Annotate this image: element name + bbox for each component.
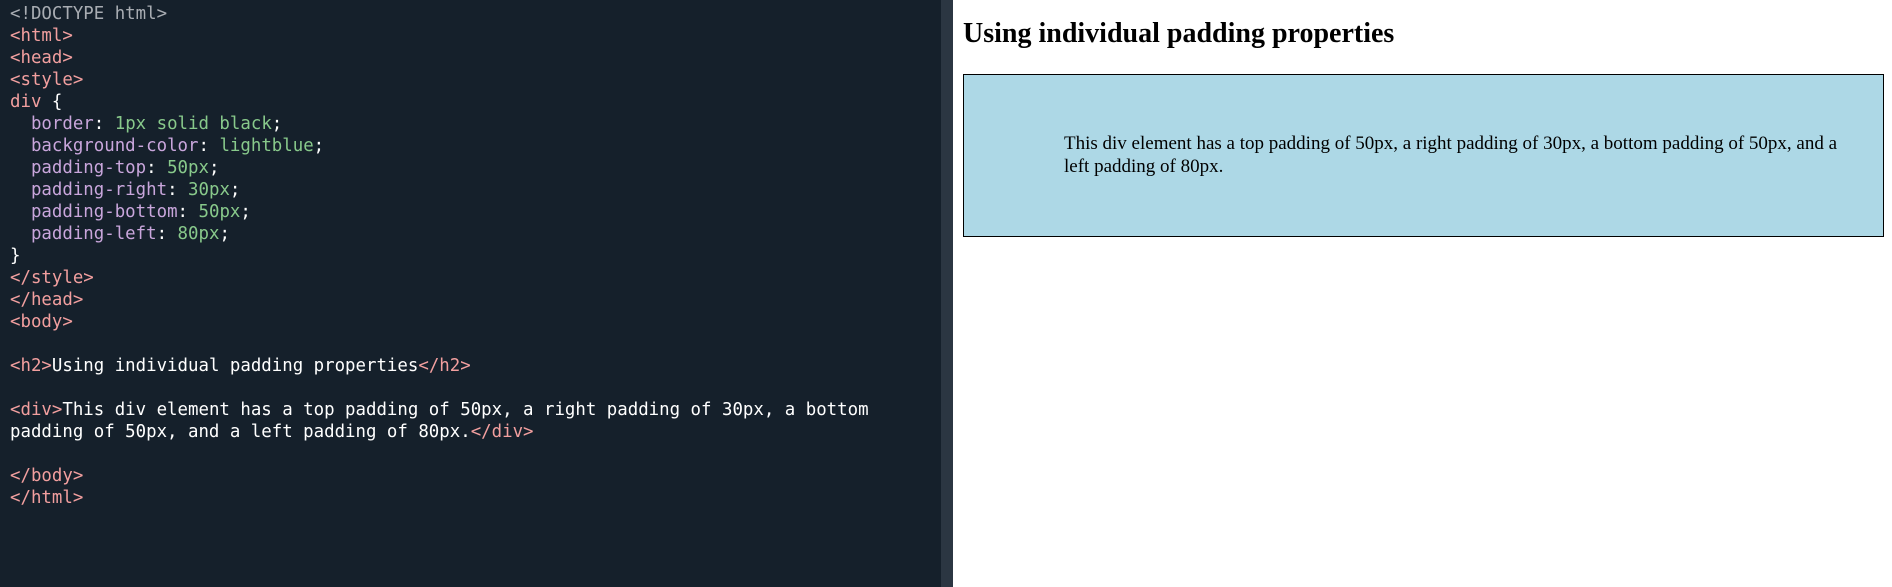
tryit-editor-window: <!DOCTYPE html> <html> <head> <style> div { … — [0, 0, 1892, 587]
code-token-val: 80px — [177, 224, 220, 244]
padded-div-text: This div element has a top padding of 50… — [1064, 133, 1838, 177]
code-token-tag: </div> — [470, 422, 534, 442]
code-line: padding-top: 50px; — [10, 157, 941, 179]
code-line: </html> — [10, 487, 941, 509]
code-token-text: padding of 50px, and a left padding of 8… — [10, 422, 471, 442]
code-token-tag: <head> — [10, 48, 73, 68]
pane-splitter-handle[interactable] — [941, 0, 953, 587]
code-token-tag: <style> — [10, 70, 84, 90]
code-line: padding-bottom: 50px; — [10, 201, 941, 223]
code-token-doctype: <!DOCTYPE html> — [10, 4, 168, 24]
code-line: border: 1px solid black; — [10, 113, 941, 135]
code-token-text: ; — [219, 224, 230, 244]
padded-div-box: This div element has a top padding of 50… — [963, 74, 1884, 237]
code-line: <style> — [10, 69, 941, 91]
code-line: </style> — [10, 267, 941, 289]
code-line: <h2>Using individual padding properties<… — [10, 355, 941, 377]
code-token-text: This div element has a top padding of 50… — [62, 400, 869, 420]
code-token-text: { — [41, 92, 63, 112]
code-token-tag: </body> — [10, 466, 84, 486]
code-token-text: : — [198, 136, 220, 156]
code-token-tag: <html> — [10, 26, 73, 46]
code-line: padding-left: 80px; — [10, 223, 941, 245]
code-token-prop: padding-left — [30, 224, 157, 244]
code-token-val: 50px — [198, 202, 241, 222]
code-token-prop: padding-right — [30, 180, 168, 200]
code-text-area[interactable]: <!DOCTYPE html> <html> <head> <style> div { … — [10, 3, 941, 509]
code-token-text: ; — [229, 180, 241, 200]
code-token-tag: <h2> — [10, 356, 52, 376]
code-token-tag: </style> — [10, 268, 94, 288]
code-token-text: : — [146, 158, 168, 178]
code-token-text: ; — [271, 114, 283, 134]
code-token-prop: padding-top — [30, 158, 147, 178]
code-line: </body> — [10, 465, 941, 487]
code-line: background-color: lightblue; — [10, 135, 941, 157]
code-line: <body> — [10, 311, 941, 333]
code-token-text: : — [167, 180, 189, 200]
code-token-prop: background-color — [30, 136, 199, 156]
code-token-tag: </h2> — [418, 356, 471, 376]
code-line: <!DOCTYPE html> — [10, 3, 941, 25]
result-preview-pane: Using individual padding properties This… — [953, 0, 1892, 587]
code-token-tag: <body> — [10, 312, 73, 332]
code-token-text: : — [156, 224, 178, 244]
code-token-val: 30px — [188, 180, 230, 200]
code-token-text: : — [177, 202, 199, 222]
code-line: padding-right: 30px; — [10, 179, 941, 201]
code-token-text: Using individual padding properties — [51, 356, 419, 376]
code-token-tag: <div> — [10, 400, 63, 420]
code-line: <html> — [10, 25, 941, 47]
code-line: <head> — [10, 47, 941, 69]
code-token-tag: </head> — [10, 290, 84, 310]
code-line: <div>This div element has a top padding … — [10, 399, 941, 421]
code-line: </head> — [10, 289, 941, 311]
code-line: padding of 50px, and a left padding of 8… — [10, 421, 941, 443]
code-line: } — [10, 245, 941, 267]
code-token-text: ; — [208, 158, 220, 178]
code-token-text: ; — [313, 136, 325, 156]
code-token-text: ; — [240, 202, 251, 222]
code-token-val: lightblue — [219, 136, 314, 156]
code-token-text: } — [10, 246, 21, 266]
code-token-sel: div — [10, 92, 42, 112]
code-token-val: 50px — [167, 158, 209, 178]
code-editor-pane[interactable]: <!DOCTYPE html> <html> <head> <style> div { … — [0, 0, 941, 587]
code-token-tag: </html> — [10, 488, 84, 508]
code-token-prop: border — [30, 114, 94, 134]
code-line: div { — [10, 91, 941, 113]
code-token-prop: padding-bottom — [30, 202, 178, 222]
result-heading: Using individual padding properties — [963, 18, 1395, 49]
code-token-text: : — [93, 114, 115, 134]
code-token-val: 1px solid black — [114, 114, 272, 134]
